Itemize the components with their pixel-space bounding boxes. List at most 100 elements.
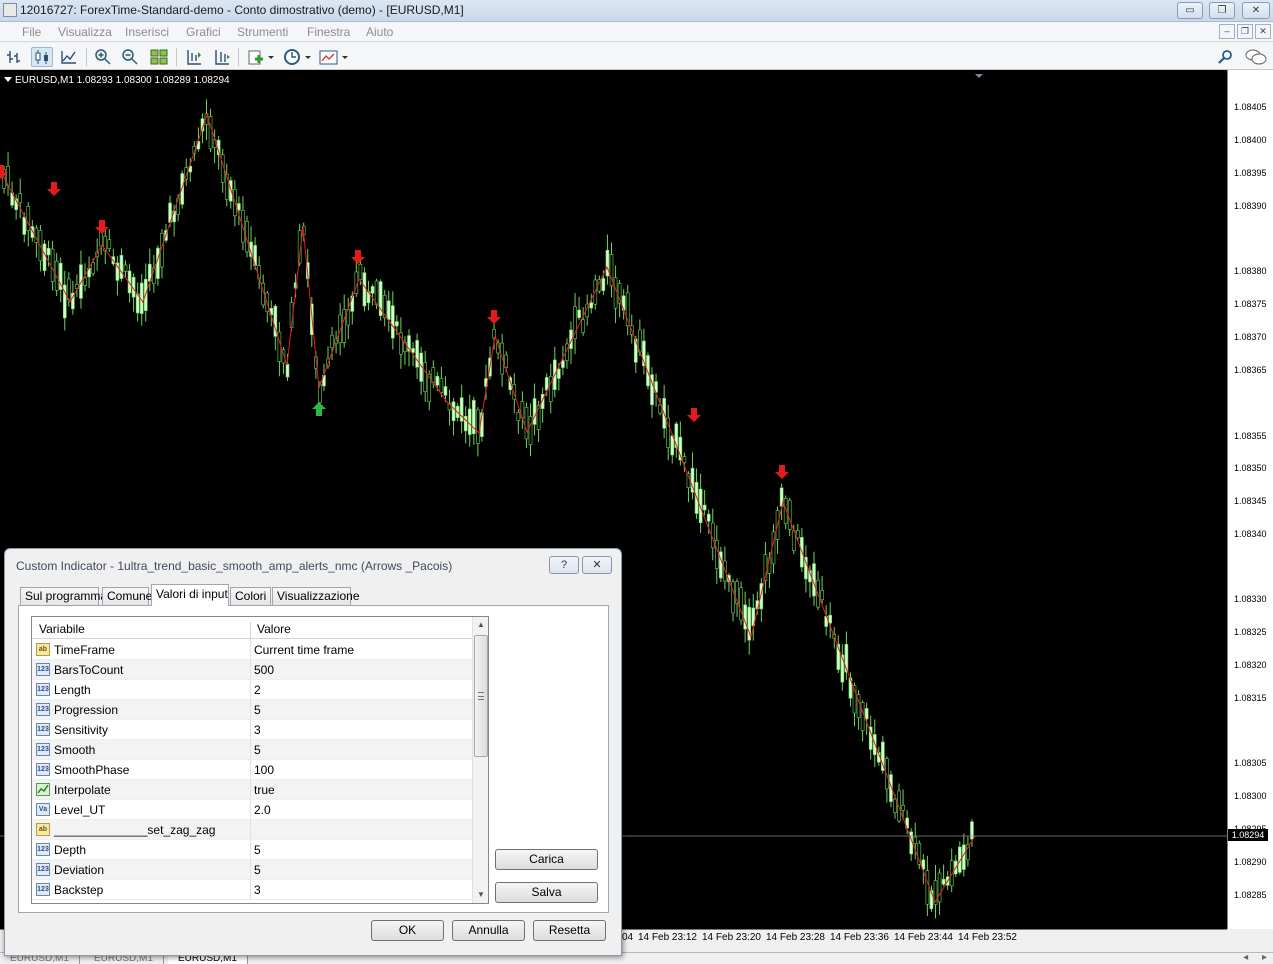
tab-colori[interactable]: Colori	[230, 587, 271, 605]
chart-shift-icon[interactable]	[183, 47, 205, 67]
tab-sul-programma[interactable]: Sul programma	[20, 587, 107, 605]
table-row[interactable]: 123 Smooth 5	[32, 740, 472, 760]
table-row[interactable]: 123 Depth 5	[32, 840, 472, 860]
table-row[interactable]: 123 Deviation 5	[32, 860, 472, 880]
table-row[interactable]: 123 Backstep 3	[32, 880, 472, 900]
tile-windows-icon[interactable]	[148, 47, 170, 67]
price-label: 1.08325	[1234, 627, 1267, 637]
chat-icon[interactable]	[1243, 47, 1269, 67]
periods-icon[interactable]	[282, 47, 314, 67]
symbol-menu-triangle[interactable]	[4, 77, 12, 82]
candle-body	[925, 870, 930, 905]
row-value[interactable]: 3	[254, 723, 261, 737]
autoscroll-icon[interactable]	[211, 47, 233, 67]
price-label: 1.08305	[1234, 758, 1267, 768]
row-variable-name: Smooth	[54, 743, 96, 757]
dialog-close-button[interactable]: ✕	[582, 556, 612, 574]
menu-file[interactable]: File	[22, 25, 41, 39]
candlestick-chart-icon[interactable]	[31, 47, 53, 67]
candle-body	[358, 263, 363, 280]
row-value[interactable]: true	[254, 783, 275, 797]
candle-body	[285, 363, 290, 378]
scroll-down-arrow[interactable]: ▼	[473, 887, 488, 903]
integer-type-icon: 123	[36, 683, 50, 696]
menu-visualizza[interactable]: Visualizza	[58, 25, 112, 39]
candle-body	[467, 408, 472, 435]
tab-visualizzazione[interactable]: Visualizzazione	[272, 587, 360, 605]
scroll-up-arrow[interactable]: ▲	[473, 617, 488, 633]
integer-type-icon: 123	[36, 703, 50, 716]
row-value[interactable]: 500	[254, 663, 274, 677]
row-value[interactable]: 2	[254, 683, 261, 697]
reset-button[interactable]: Resetta	[533, 920, 606, 941]
tab-comune[interactable]: Comune	[102, 587, 152, 605]
price-label: 1.08375	[1234, 299, 1267, 309]
menu-grafici[interactable]: Grafici	[186, 25, 221, 39]
child-restore-button[interactable]: ❐	[1237, 24, 1253, 39]
row-value[interactable]: 5	[254, 743, 261, 757]
child-close-button[interactable]: ✕	[1255, 24, 1271, 39]
row-value[interactable]: Current time frame	[254, 643, 354, 657]
menu-bar: File Visualizza Inserisci Grafici Strume…	[0, 22, 1273, 59]
price-label: 1.08290	[1234, 857, 1267, 867]
inputs-tab-panel: Variabile Valore ab TimeFrame Current time…	[18, 605, 609, 913]
row-value[interactable]: 3	[254, 883, 261, 897]
scroll-thumb[interactable]	[474, 635, 488, 757]
integer-type-icon: 123	[36, 743, 50, 756]
time-label: 14 Feb 23:28	[766, 932, 825, 943]
row-variable-name: Depth	[54, 843, 87, 857]
candle-body	[42, 243, 47, 271]
search-icon[interactable]	[1215, 47, 1237, 67]
help-button[interactable]: ?	[549, 556, 579, 574]
ok-button[interactable]: OK	[371, 920, 444, 941]
time-label: 14 Feb 23:44	[894, 932, 953, 943]
maximize-button[interactable]: ❐	[1209, 2, 1235, 19]
menu-inserisci[interactable]: Inserisci	[125, 25, 169, 39]
table-scrollbar[interactable]: ▲ ▼	[472, 617, 488, 903]
zoom-in-icon[interactable]	[92, 47, 114, 67]
table-row[interactable]: 123 Progression 5	[32, 700, 472, 720]
menu-finestra[interactable]: Finestra	[307, 25, 350, 39]
price-label: 1.08315	[1234, 693, 1267, 703]
row-value[interactable]: 5	[254, 703, 261, 717]
row-variable-name: Level_UT	[54, 803, 106, 817]
candle-body	[22, 216, 27, 235]
menu-strumenti[interactable]: Strumenti	[237, 25, 288, 39]
cancel-button[interactable]: Annulla	[452, 920, 525, 941]
child-minimize-button[interactable]: –	[1219, 24, 1235, 39]
zoom-out-icon[interactable]	[119, 47, 141, 67]
price-label: 1.08370	[1234, 332, 1267, 342]
table-row[interactable]: Interpolate true	[32, 780, 472, 800]
column-header-valore[interactable]: Valore	[257, 622, 291, 636]
line-chart-icon[interactable]	[58, 47, 80, 67]
bar-chart-icon[interactable]	[4, 47, 26, 67]
table-row[interactable]: 123 BarsToCount 500	[32, 660, 472, 680]
menu-aiuto[interactable]: Aiuto	[366, 25, 393, 39]
templates-icon[interactable]	[318, 47, 350, 67]
tab-valori-di-input[interactable]: Valori di input	[151, 584, 229, 606]
time-label: 14 Feb 23:12	[638, 932, 697, 943]
title-bar: 12016727: ForexTime-Standard-demo - Cont…	[0, 0, 1273, 22]
row-value[interactable]: 100	[254, 763, 274, 777]
candle-body	[476, 409, 480, 444]
row-value[interactable]: 2.0	[254, 803, 271, 817]
row-variable-name: BarsToCount	[54, 663, 124, 677]
price-label: 1.08355	[1234, 431, 1267, 441]
save-button[interactable]: Salva	[495, 882, 598, 903]
indicators-icon[interactable]	[246, 47, 276, 67]
table-row[interactable]: 123 Sensitivity 3	[32, 720, 472, 740]
tabs-scroll-arrows[interactable]: ◂ ▸	[1243, 953, 1267, 963]
table-row[interactable]: 123 SmoothPhase 100	[32, 760, 472, 780]
load-button[interactable]: Carica	[495, 849, 598, 870]
table-row[interactable]: ab TimeFrame Current time frame	[32, 640, 472, 660]
row-value[interactable]: 5	[254, 863, 261, 877]
close-button[interactable]: ✕	[1242, 2, 1270, 19]
price-label: 1.08365	[1234, 365, 1267, 375]
row-value[interactable]: 5	[254, 843, 261, 857]
table-row[interactable]: ab ______________set_zag_zag	[32, 820, 472, 840]
table-row[interactable]: Va Level_UT 2.0	[32, 800, 472, 820]
window-title: 12016727: ForexTime-Standard-demo - Cont…	[20, 3, 464, 17]
minimize-button[interactable]: ▭	[1177, 2, 1203, 19]
table-row[interactable]: 123 Length 2	[32, 680, 472, 700]
column-header-variabile[interactable]: Variabile	[39, 622, 85, 636]
